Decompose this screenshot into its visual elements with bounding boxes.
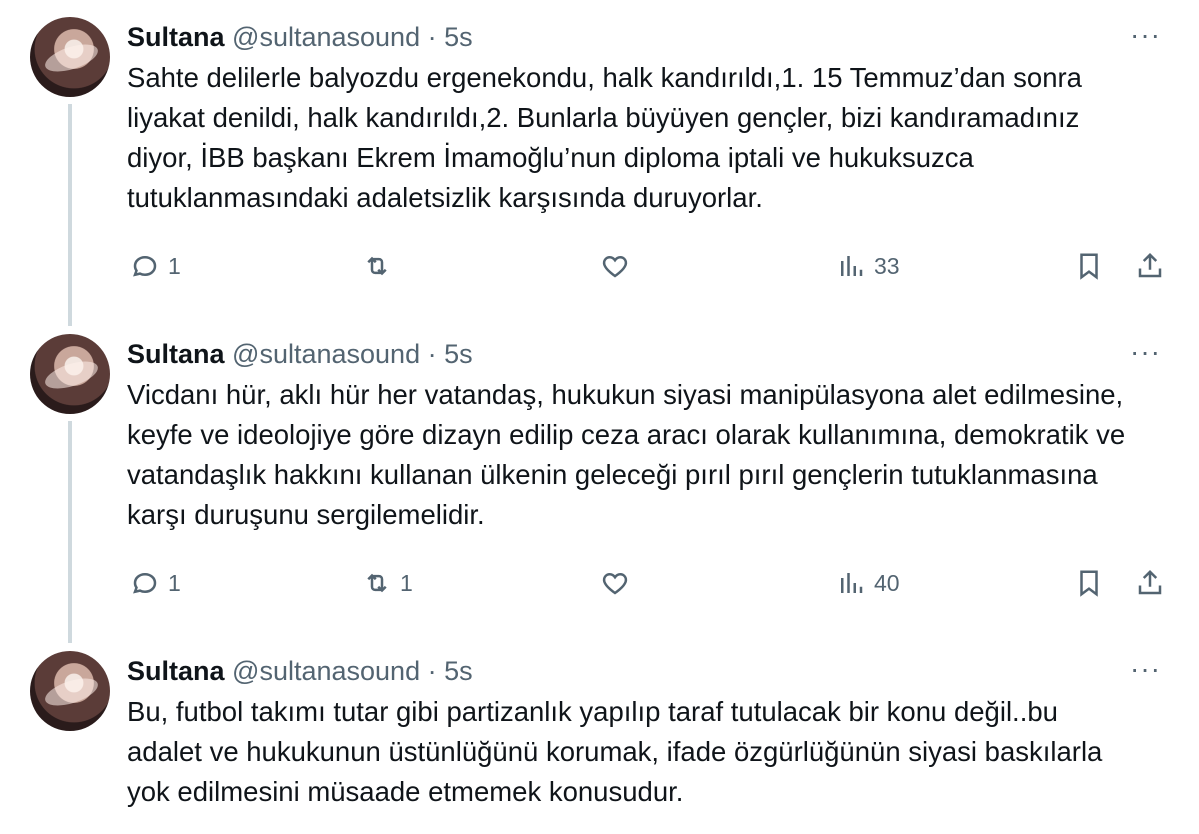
retweet-count: 1 — [400, 569, 413, 596]
share-button[interactable] — [1135, 565, 1165, 601]
share-icon — [1138, 569, 1162, 595]
more-options-button[interactable]: ··· — [1130, 337, 1161, 367]
author-handle[interactable]: @sultanasound — [232, 339, 420, 369]
share-icon — [1138, 252, 1162, 278]
separator: · — [427, 656, 437, 686]
tweet[interactable]: Sultana @sultanasound · 5s ··· Sahte del… — [0, 0, 1199, 326]
thread-line — [68, 421, 72, 643]
bookmark-button[interactable] — [1074, 565, 1104, 601]
timestamp[interactable]: 5s — [444, 656, 473, 686]
tweet-actions: 1 33 — [0, 248, 1199, 288]
tweet[interactable]: Sultana @sultanasound · 5s ··· Bu, futbo… — [0, 634, 1199, 834]
avatar[interactable] — [30, 334, 110, 414]
avatar[interactable] — [30, 651, 110, 731]
retweet-icon — [367, 256, 387, 276]
separator: · — [427, 339, 437, 369]
separator: · — [427, 22, 437, 52]
tweet-text: Vicdanı hür, aklı hür her vatandaş, huku… — [127, 379, 1126, 530]
views-icon — [841, 256, 863, 276]
views-button[interactable]: 33 — [836, 248, 900, 284]
author-name[interactable]: Sultana — [127, 22, 225, 52]
reply-icon — [133, 255, 157, 277]
views-count: 33 — [874, 252, 900, 279]
heart-icon — [602, 255, 628, 278]
reply-count: 1 — [168, 569, 181, 596]
reply-icon — [133, 572, 157, 594]
thread-line — [68, 104, 72, 326]
author-name[interactable]: Sultana — [127, 656, 225, 686]
author-name[interactable]: Sultana — [127, 339, 225, 369]
views-icon — [841, 573, 863, 593]
tweet-text: Sahte delilerle balyozdu ergenekondu, ha… — [127, 62, 1082, 213]
more-options-button[interactable]: ··· — [1130, 654, 1161, 684]
like-button[interactable] — [600, 565, 638, 601]
reply-count: 1 — [168, 252, 181, 279]
reply-button[interactable]: 1 — [130, 565, 181, 601]
author-handle[interactable]: @sultanasound — [232, 656, 420, 686]
retweet-button[interactable] — [362, 248, 400, 284]
like-button[interactable] — [600, 248, 638, 284]
timestamp[interactable]: 5s — [444, 339, 473, 369]
tweet-text: Bu, futbol takımı tutar gibi partizanlık… — [127, 696, 1103, 807]
bookmark-icon — [1080, 253, 1098, 280]
share-button[interactable] — [1135, 248, 1165, 284]
bookmark-button[interactable] — [1074, 248, 1104, 284]
views-count: 40 — [874, 569, 900, 596]
reply-button[interactable]: 1 — [130, 248, 181, 284]
tweet-header: Sultana @sultanasound · 5s — [127, 337, 473, 371]
heart-icon — [602, 572, 628, 595]
more-options-button[interactable]: ··· — [1130, 20, 1161, 50]
bookmark-icon — [1080, 570, 1098, 597]
avatar[interactable] — [30, 17, 110, 97]
tweet-header: Sultana @sultanasound · 5s — [127, 654, 473, 688]
retweet-icon — [367, 573, 387, 593]
tweet-header: Sultana @sultanasound · 5s — [127, 20, 473, 54]
author-handle[interactable]: @sultanasound — [232, 22, 420, 52]
timestamp[interactable]: 5s — [444, 22, 473, 52]
tweet[interactable]: Sultana @sultanasound · 5s ··· Vicdanı h… — [0, 317, 1199, 643]
tweet-actions: 1 1 40 — [0, 565, 1199, 605]
views-button[interactable]: 40 — [836, 565, 900, 601]
retweet-button[interactable]: 1 — [362, 565, 413, 601]
